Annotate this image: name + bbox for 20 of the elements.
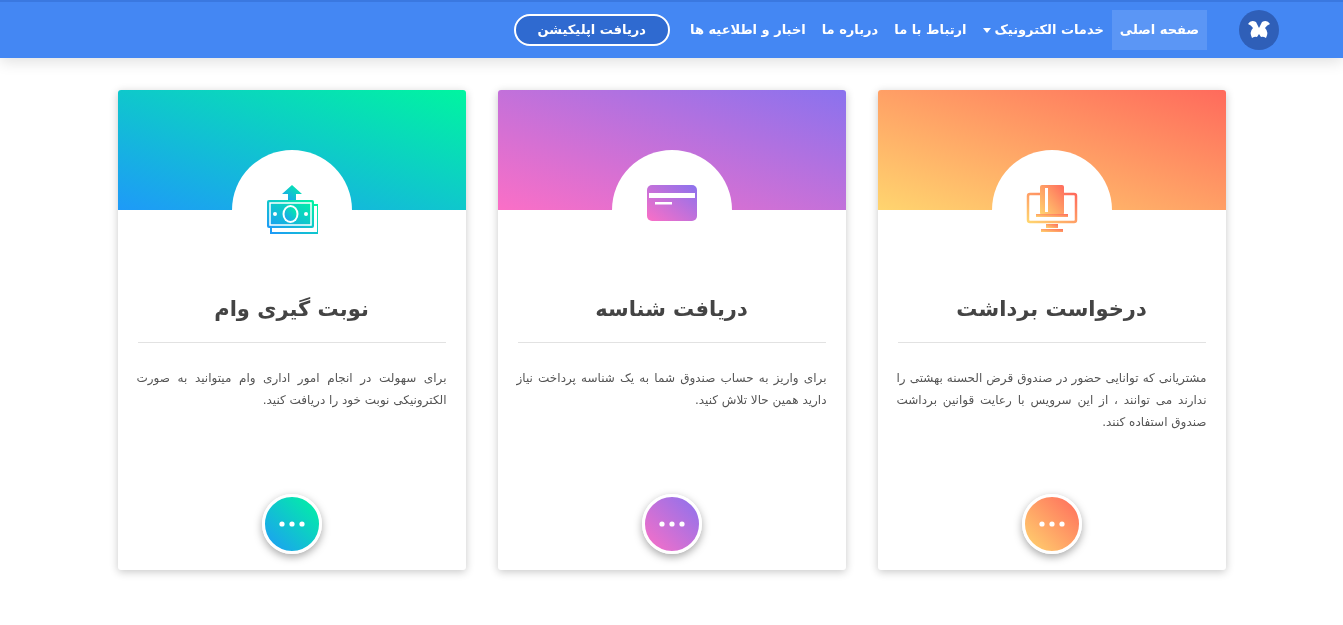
dots-icon	[658, 521, 685, 527]
dots-icon	[278, 521, 305, 527]
nav-link[interactable]: اخبار و اطلاعیه ها	[682, 10, 814, 50]
credit-card-icon	[645, 184, 698, 222]
money-icon	[265, 184, 318, 234]
nav-dropdown[interactable]: خدمات الکترونیک	[974, 10, 1112, 50]
app-download-button[interactable]: دریافت اپلیکیشن	[513, 14, 670, 46]
card-title: نوبت گیری وام	[214, 296, 369, 323]
card-title: دریافت شناسه	[595, 296, 748, 323]
dots-icon	[1038, 521, 1065, 527]
card-description: برای سهولت در انجام امور اداری وام میتوانید به صورت الکترونیکی نوبت خود را دریافت کنید.	[136, 369, 447, 410]
card-title: درخواست برداشت	[956, 296, 1147, 323]
caret-icon	[982, 27, 991, 33]
nav-link[interactable]: صفحه اصلی	[1111, 10, 1207, 50]
card-description: مشتریانی که توانایی حضور در صندوق قرض الحسنه بهشتی را ندارند می توانند ، از این سرویس با رعایت قوانین برداشت صندوق استفاده کنند.	[896, 369, 1207, 432]
card-description: برای واریز به حساب صندوق شما به یک شناسه پرداخت نیاز دارید همین حالا تلاش کنید.	[516, 369, 827, 410]
logo-icon[interactable]	[1239, 10, 1279, 50]
nav-link[interactable]: درباره ما	[813, 10, 887, 50]
monitor-icon	[1025, 184, 1078, 234]
nav-link[interactable]: ارتباط با ما	[886, 10, 975, 50]
